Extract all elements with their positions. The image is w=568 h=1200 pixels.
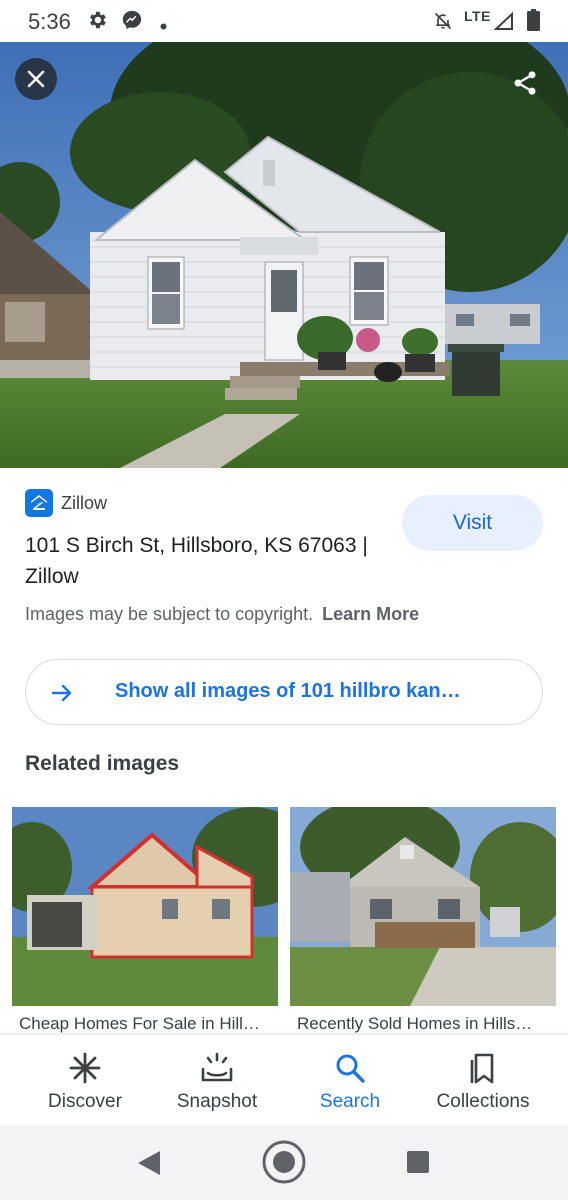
status-time: 5:36	[28, 9, 71, 34]
nav-snapshot[interactable]: Snapshot	[167, 1035, 267, 1126]
discover-icon	[68, 1051, 102, 1085]
arrow-right-icon	[50, 681, 74, 710]
nav-search[interactable]: Search	[300, 1035, 400, 1126]
battery-icon	[527, 9, 540, 36]
close-icon	[26, 69, 46, 89]
nav-snapshot-label: Snapshot	[176, 1091, 258, 1112]
source-name: Zillow	[61, 492, 108, 513]
learn-more-link[interactable]: Learn More	[322, 604, 419, 624]
result-title[interactable]: 101 S Birch St, Hillsboro, KS 67063 | Zi…	[25, 530, 395, 592]
system-navigation-bar	[0, 1125, 568, 1200]
back-icon[interactable]	[136, 1149, 162, 1182]
messenger-icon	[121, 9, 143, 36]
related-caption-2[interactable]: Recently Sold Homes in Hills…	[297, 1014, 555, 1034]
collections-icon	[468, 1051, 498, 1085]
show-all-label: Show all images of 101 hillbro kan…	[115, 680, 461, 702]
nav-collections[interactable]: Collections	[423, 1035, 543, 1126]
network-type: LTE	[464, 8, 491, 24]
related-images-heading: Related images	[25, 752, 180, 775]
nav-collections-label: Collections	[436, 1091, 530, 1112]
gear-icon	[86, 9, 108, 36]
home-icon[interactable]	[261, 1139, 307, 1190]
visit-button[interactable]: Visit	[402, 495, 543, 551]
related-image-2[interactable]	[290, 807, 556, 1006]
signal-icon	[493, 11, 514, 35]
snapshot-icon	[200, 1051, 234, 1085]
related-caption-1[interactable]: Cheap Homes For Sale in Hill…	[19, 1014, 277, 1034]
zillow-logo-icon	[25, 489, 53, 517]
bottom-navigation: Discover Snapshot Search Collections	[0, 1034, 568, 1125]
nav-search-label: Search	[319, 1091, 381, 1112]
status-bar: 5:36 LTE	[0, 0, 568, 42]
main-image[interactable]	[0, 42, 568, 468]
close-button[interactable]	[15, 58, 57, 100]
recents-icon[interactable]	[406, 1150, 430, 1179]
copyright-text: Images may be subject to copyright.	[25, 604, 314, 624]
mute-icon	[433, 11, 453, 36]
source-row[interactable]: Zillow	[25, 489, 107, 517]
share-icon	[511, 69, 539, 97]
search-icon	[334, 1051, 366, 1085]
related-image-1[interactable]	[12, 807, 278, 1006]
copyright-notice: Images may be subject to copyright. Lear…	[25, 604, 419, 625]
house-photo	[0, 42, 568, 468]
share-button[interactable]	[504, 62, 546, 104]
show-all-images-button[interactable]: Show all images of 101 hillbro kan…	[25, 659, 543, 725]
dot-icon	[160, 17, 167, 35]
nav-discover-label: Discover	[48, 1091, 122, 1112]
nav-discover[interactable]: Discover	[35, 1035, 135, 1126]
